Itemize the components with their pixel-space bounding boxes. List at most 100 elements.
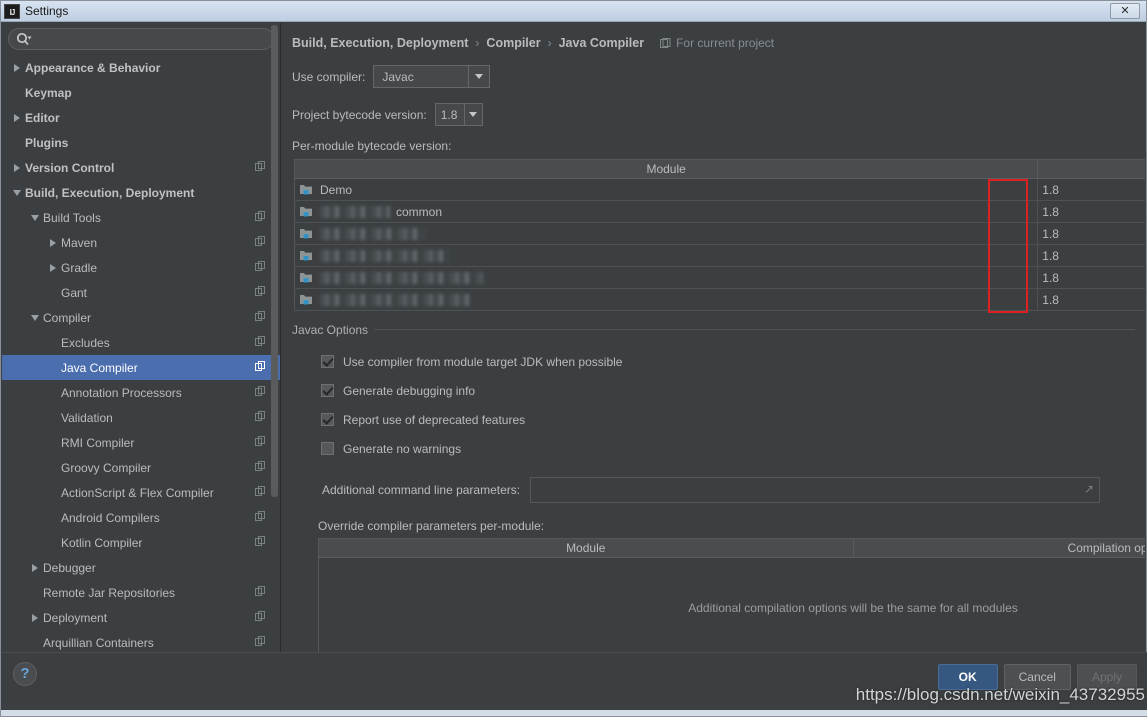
sidebar-item-groovy-compiler[interactable]: Groovy Compiler <box>2 455 280 480</box>
close-icon[interactable]: ✕ <box>1110 3 1140 19</box>
column-header-module[interactable]: Module <box>294 159 1039 179</box>
sidebar-item-label: Android Compilers <box>61 510 160 525</box>
sidebar-item-build-execution-deployment[interactable]: Build, Execution, Deployment <box>2 180 280 205</box>
project-scope-icon <box>255 336 266 347</box>
chevron-right-icon[interactable] <box>10 161 23 174</box>
chevron-right-icon[interactable] <box>28 561 41 574</box>
sidebar-scrollbar[interactable] <box>271 25 278 525</box>
chevron-down-icon[interactable] <box>28 311 41 324</box>
sidebar-item-java-compiler[interactable]: Java Compiler <box>2 355 280 380</box>
module-name-cell[interactable] <box>294 288 1039 311</box>
project-bytecode-select[interactable]: 1.8 <box>434 103 483 126</box>
breadcrumb-separator-icon: › <box>547 36 552 50</box>
target-bytecode-cell[interactable]: 1.8 <box>1037 266 1145 289</box>
sidebar-item-deployment[interactable]: Deployment <box>2 605 280 630</box>
sidebar-item-annotation-processors[interactable]: Annotation Processors <box>2 380 280 405</box>
sidebar-item-gant[interactable]: Gant <box>2 280 280 305</box>
sidebar-item-label: Build Tools <box>43 210 101 225</box>
sidebar-item-keymap[interactable]: Keymap <box>2 80 280 105</box>
breadcrumb-part-2[interactable]: Compiler <box>486 36 540 50</box>
table-row[interactable]: 1.8 <box>294 222 1145 245</box>
module-name-cell[interactable]: Demo <box>294 178 1039 201</box>
chevron-right-icon[interactable] <box>28 611 41 624</box>
sidebar-item-debugger[interactable]: Debugger <box>2 555 280 580</box>
checkbox-use-compiler-from-module-target-jdk-when-possible[interactable] <box>321 355 334 368</box>
project-scope-icon <box>255 261 266 272</box>
module-name-cell[interactable] <box>294 266 1039 289</box>
checkbox-generate-debugging-info[interactable] <box>321 384 334 397</box>
sidebar-item-label: ActionScript & Flex Compiler <box>61 485 214 500</box>
module-bytecode-table[interactable]: Module Target bytecode version Demo1.8co… <box>294 159 1145 311</box>
sidebar-item-kotlin-compiler[interactable]: Kotlin Compiler <box>2 530 280 555</box>
target-bytecode-cell[interactable]: 1.8 <box>1037 178 1145 201</box>
module-name-cell[interactable]: common <box>294 200 1039 223</box>
override-header-row: Module Compilation options <box>318 538 1145 558</box>
sidebar-item-plugins[interactable]: Plugins <box>2 130 280 155</box>
column-header-target-bytecode[interactable]: Target bytecode version <box>1037 159 1145 179</box>
sidebar-item-label: Keymap <box>25 85 72 100</box>
sidebar-item-remote-jar-repositories[interactable]: Remote Jar Repositories <box>2 580 280 605</box>
override-column-header-module[interactable]: Module <box>318 538 854 558</box>
chevron-down-icon[interactable] <box>28 211 41 224</box>
module-icon <box>299 249 314 262</box>
breadcrumb-part-3[interactable]: Java Compiler <box>559 36 644 50</box>
sidebar-item-excludes[interactable]: Excludes <box>2 330 280 355</box>
module-icon <box>299 227 314 240</box>
chevron-down-icon[interactable] <box>10 186 23 199</box>
chevron-right-icon[interactable] <box>10 111 23 124</box>
project-scope-icon <box>255 461 266 472</box>
sidebar-item-compiler[interactable]: Compiler <box>2 305 280 330</box>
project-scope-icon <box>255 286 266 297</box>
chevron-right-icon[interactable] <box>10 61 23 74</box>
sidebar-item-appearance-behavior[interactable]: Appearance & Behavior <box>2 55 280 80</box>
project-scope-icon <box>255 636 266 647</box>
sidebar-item-maven[interactable]: Maven <box>2 230 280 255</box>
sidebar-scrollbar-thumb[interactable] <box>271 25 278 497</box>
additional-params-input[interactable]: ↗ <box>530 477 1101 503</box>
settings-tree[interactable]: Appearance & Behavior Keymap Editor Plugins… <box>2 55 280 654</box>
chevron-down-icon[interactable] <box>468 66 490 87</box>
sidebar-item-arquillian-containers[interactable]: Arquillian Containers <box>2 630 280 654</box>
table-row[interactable]: common 1.8 <box>294 200 1145 223</box>
chevron-right-icon[interactable] <box>46 236 59 249</box>
sidebar-item-actionscript-flex-compiler[interactable]: ActionScript & Flex Compiler <box>2 480 280 505</box>
javac-option-row[interactable]: Report use of deprecated features <box>321 405 1135 434</box>
module-icon <box>299 205 314 218</box>
table-row[interactable]: Demo 1.8 <box>294 178 1145 201</box>
table-row[interactable]: 1.8 <box>294 288 1145 311</box>
search-box[interactable] <box>8 28 274 50</box>
sidebar-item-validation[interactable]: Validation <box>2 405 280 430</box>
chevron-down-icon[interactable] <box>463 104 482 125</box>
sidebar-item-android-compilers[interactable]: Android Compilers <box>2 505 280 530</box>
checkbox-report-use-of-deprecated-features[interactable] <box>321 413 334 426</box>
search-input[interactable] <box>32 32 273 46</box>
module-name-cell[interactable] <box>294 222 1039 245</box>
javac-option-row[interactable]: Use compiler from module target JDK when… <box>321 347 1135 376</box>
module-name-cell[interactable] <box>294 244 1039 267</box>
expand-icon[interactable]: ↗ <box>1084 483 1094 495</box>
use-compiler-select[interactable]: Javac <box>373 65 491 88</box>
target-bytecode-cell[interactable]: 1.8 <box>1037 288 1145 311</box>
table-row[interactable]: 1.8 <box>294 266 1145 289</box>
sidebar-item-editor[interactable]: Editor <box>2 105 280 130</box>
table-row[interactable]: 1.8 <box>294 244 1145 267</box>
additional-params-label: Additional command line parameters: <box>322 483 521 497</box>
sidebar-item-rmi-compiler[interactable]: RMI Compiler <box>2 430 280 455</box>
project-bytecode-row: Project bytecode version: 1.8 <box>282 103 1145 126</box>
target-bytecode-cell[interactable]: 1.8 <box>1037 244 1145 267</box>
help-button[interactable]: ? <box>13 662 37 686</box>
sidebar-item-gradle[interactable]: Gradle <box>2 255 280 280</box>
chevron-right-icon[interactable] <box>46 261 59 274</box>
checkbox-generate-no-warnings[interactable] <box>321 442 334 455</box>
sidebar-item-version-control[interactable]: Version Control <box>2 155 280 180</box>
sidebar-item-build-tools[interactable]: Build Tools <box>2 205 280 230</box>
javac-option-label: Report use of deprecated features <box>343 412 526 427</box>
override-column-header-compilation-options[interactable]: Compilation options <box>853 538 1145 558</box>
javac-option-row[interactable]: Generate debugging info <box>321 376 1135 405</box>
target-bytecode-cell[interactable]: 1.8 <box>1037 200 1145 223</box>
javac-options-checkbox-list: Use compiler from module target JDK when… <box>292 339 1135 463</box>
breadcrumb-part-1[interactable]: Build, Execution, Deployment <box>292 36 468 50</box>
target-bytecode-cell[interactable]: 1.8 <box>1037 222 1145 245</box>
override-params-table[interactable]: Module Compilation options Additional co… <box>318 538 1145 654</box>
javac-option-row[interactable]: Generate no warnings <box>321 434 1135 463</box>
